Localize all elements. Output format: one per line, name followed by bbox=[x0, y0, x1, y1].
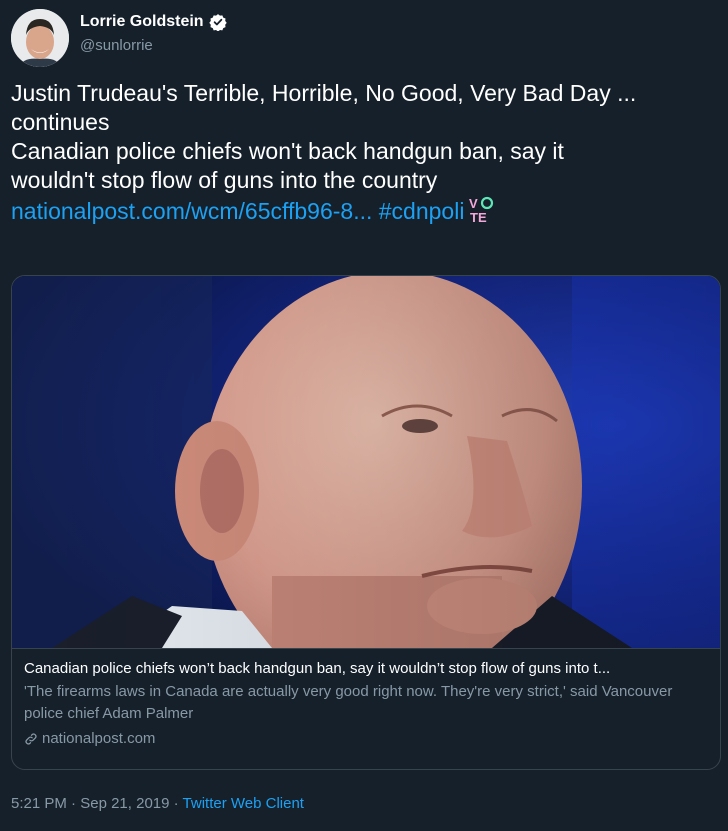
card-description: 'The firearms laws in Canada are actuall… bbox=[24, 683, 673, 722]
author-info: Lorrie Goldstein @sunlorrie bbox=[80, 12, 227, 56]
tweet-text: Justin Trudeau's Terrible, Horrible, No … bbox=[11, 79, 717, 226]
name-row: Lorrie Goldstein bbox=[80, 12, 227, 32]
hashtag-link[interactable]: #cdnpoli bbox=[379, 198, 465, 224]
display-name[interactable]: Lorrie Goldstein bbox=[80, 12, 204, 32]
meta-separator: · bbox=[71, 795, 77, 812]
tweet: Lorrie Goldstein @sunlorrie Justin Trude… bbox=[0, 0, 728, 831]
card-title[interactable]: Canadian police chiefs won’t back handgu… bbox=[24, 659, 708, 679]
card-domain: nationalpost.com bbox=[24, 729, 708, 749]
tweet-metadata: 5:21 PM · Sep 21, 2019 · Twitter Web Cli… bbox=[11, 794, 304, 814]
tweet-link-line: nationalpost.com/wcm/65cffb96-8... #cdnp… bbox=[11, 195, 717, 226]
tweet-text-line: continues bbox=[11, 109, 110, 135]
vote-badge-bottom: TE bbox=[470, 210, 487, 225]
tweet-text-line: Canadian police chiefs won't back handgu… bbox=[11, 138, 564, 164]
card-domain-text: nationalpost.com bbox=[42, 730, 156, 747]
article-link[interactable]: nationalpost.com/wcm/65cffb96-8... bbox=[11, 198, 372, 224]
link-preview-card[interactable]: Canadian police chiefs won’t back handgu… bbox=[11, 275, 721, 770]
tweet-text-line: Justin Trudeau's Terrible, Horrible, No … bbox=[11, 80, 637, 106]
vote-hashflag-icon: V TE bbox=[468, 195, 494, 225]
client-link[interactable]: Twitter Web Client bbox=[183, 795, 304, 812]
vote-badge-top: V bbox=[469, 196, 478, 211]
card-body[interactable]: Canadian police chiefs won’t back handgu… bbox=[12, 648, 720, 769]
handle[interactable]: @sunlorrie bbox=[80, 36, 227, 56]
avatar[interactable] bbox=[11, 9, 69, 67]
meta-separator: · bbox=[173, 795, 179, 812]
tweet-text-line: wouldn't stop flow of guns into the coun… bbox=[11, 167, 438, 193]
tweet-time[interactable]: 5:21 PM bbox=[11, 795, 67, 812]
card-image[interactable] bbox=[12, 276, 720, 648]
verified-badge-icon bbox=[208, 13, 227, 32]
link-icon bbox=[24, 732, 38, 746]
tweet-date[interactable]: Sep 21, 2019 bbox=[80, 795, 169, 812]
